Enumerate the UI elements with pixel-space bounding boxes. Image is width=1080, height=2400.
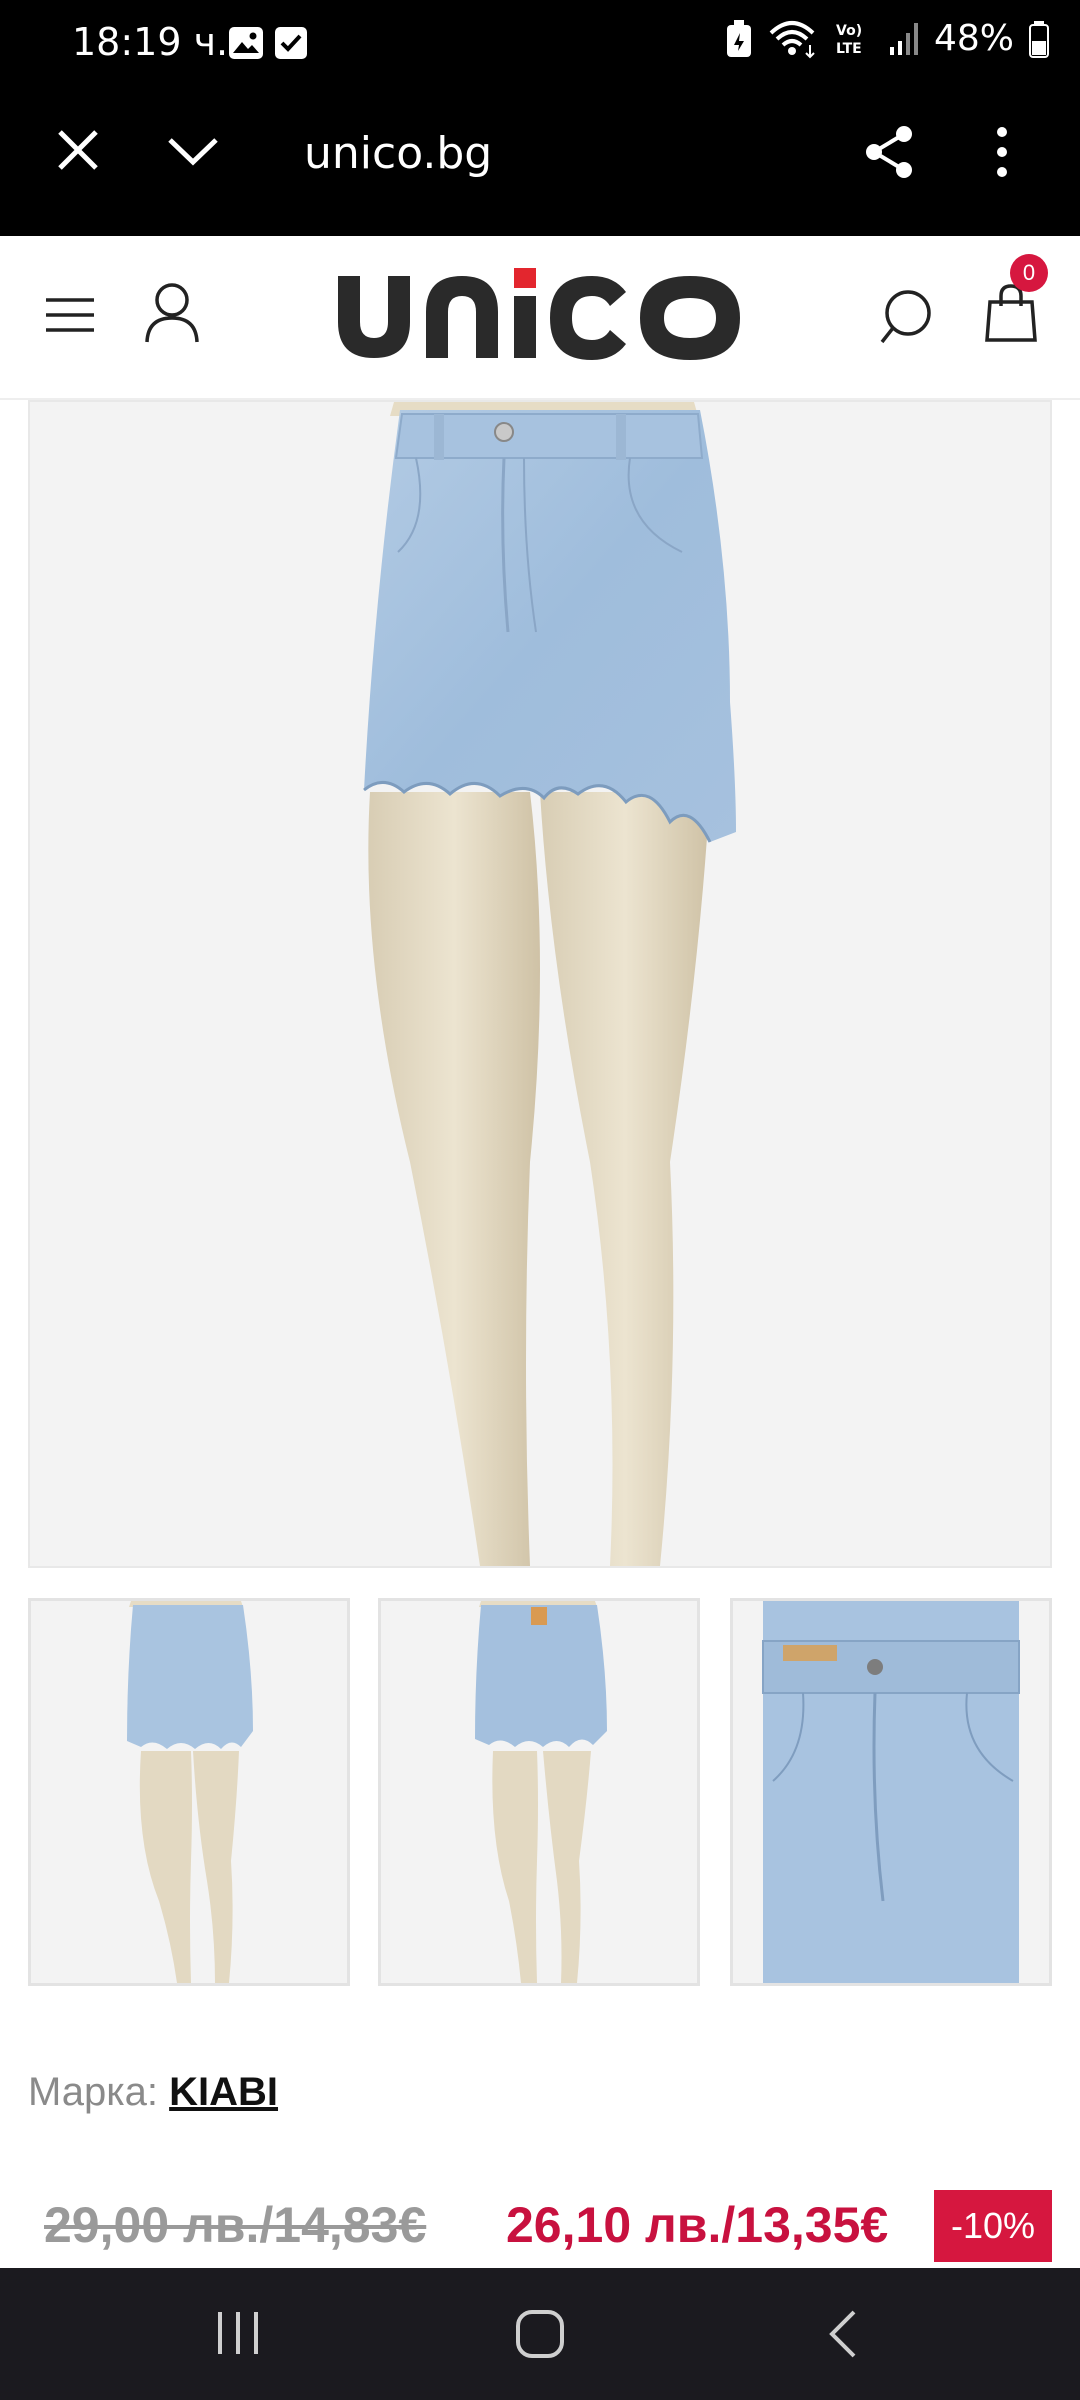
browser-toolbar: unico.bg: [0, 88, 1080, 236]
thumbnail-3[interactable]: [730, 1598, 1052, 1986]
wifi-icon: [769, 20, 815, 58]
logo[interactable]: [334, 262, 750, 362]
old-price: 29,00 лв./14,83€: [44, 2197, 427, 2253]
svg-text:LTE: LTE: [836, 41, 862, 57]
product-photo: [363, 402, 736, 1566]
brand-row: Марка: KIABI: [28, 2070, 278, 2115]
user-icon[interactable]: [144, 282, 200, 344]
battery-icon: [1029, 20, 1049, 58]
close-icon[interactable]: [56, 128, 100, 172]
brand-link[interactable]: KIABI: [169, 2070, 278, 2114]
search-icon[interactable]: [878, 288, 934, 346]
svg-text:Vo): Vo): [836, 23, 862, 39]
status-time: 18:19 ч.: [72, 20, 229, 64]
url-text[interactable]: unico.bg: [304, 128, 492, 179]
back-icon[interactable]: [824, 2308, 860, 2360]
thumbnail-photo-detail: [762, 1601, 1020, 1983]
chevron-down-icon[interactable]: [166, 134, 220, 168]
thumbnail-1[interactable]: [28, 1598, 350, 1986]
system-nav-bar: [0, 2268, 1080, 2400]
cart-count-badge: 0: [1010, 254, 1048, 292]
recents-icon[interactable]: [214, 2308, 262, 2358]
discount-badge: -10%: [934, 2190, 1052, 2262]
signal-icon: [889, 22, 918, 55]
thumbnail-2[interactable]: [378, 1598, 700, 1986]
more-vert-icon[interactable]: [992, 126, 1012, 178]
price-row: 29,00 лв./14,83€ 26,10 лв./13,35€ -10%: [44, 2190, 1054, 2270]
status-bar: 18:19 ч. Vo) LTE 48%: [0, 0, 1080, 88]
share-icon[interactable]: [862, 124, 916, 180]
data-saver-icon: [726, 19, 751, 57]
home-icon[interactable]: [514, 2308, 566, 2360]
gallery-icon: [229, 27, 263, 59]
checkbox-icon: [275, 27, 307, 59]
new-price: 26,10 лв./13,35€: [506, 2197, 889, 2253]
product-main-image[interactable]: [28, 400, 1052, 1568]
menu-icon[interactable]: [44, 296, 96, 334]
battery-percent: 48%: [933, 18, 1014, 59]
volte-icon: Vo) LTE: [836, 23, 862, 57]
thumbnail-photo-back: [475, 1601, 607, 1983]
thumbnail-photo-front: [127, 1601, 253, 1983]
brand-label: Марка:: [28, 2070, 158, 2114]
